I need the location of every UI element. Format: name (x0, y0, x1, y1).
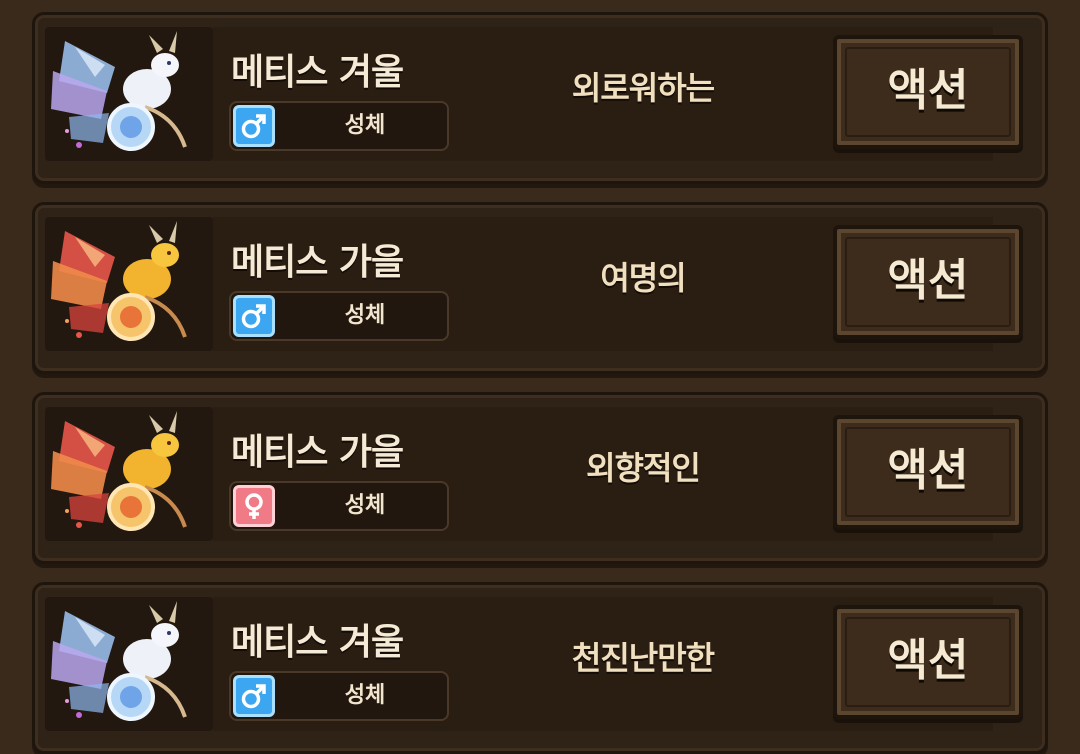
pet-nature: 외로워하는 (571, 69, 715, 107)
pet-nature: 천진난만한 (571, 639, 715, 677)
pet-card[interactable]: 메티스 가을 성체 여명의 액션 (32, 202, 1048, 374)
autumn-metis-dragon-icon (45, 217, 213, 351)
pet-nature: 외향적인 (586, 449, 701, 487)
pet-stage-label: 성체 (344, 683, 386, 708)
winter-metis-dragon-icon (45, 27, 213, 161)
female-symbol-icon (233, 485, 275, 527)
action-button-label: 액션 (887, 255, 969, 306)
pet-type-bar: 성체 (229, 481, 449, 531)
pet-card[interactable]: 메티스 겨울 성체 외로워하는 액션 (32, 12, 1048, 184)
action-button[interactable]: 액션 (833, 35, 1023, 149)
autumn-metis-dragon-icon (45, 407, 213, 541)
action-button[interactable]: 액션 (833, 225, 1023, 339)
pet-stage-label: 성체 (344, 493, 386, 518)
pet-name: 메티스 겨울 (231, 52, 404, 93)
male-symbol-icon (233, 675, 275, 717)
winter-metis-dragon-icon (45, 597, 213, 731)
pet-nature: 여명의 (600, 259, 686, 297)
action-button-label: 액션 (887, 635, 969, 686)
pet-list: 메티스 겨울 성체 외로워하는 액션 메티스 가을 성체 여명의 액션 메티스 … (0, 0, 1080, 754)
pet-name: 메티스 가을 (231, 242, 404, 283)
action-button-label: 액션 (887, 65, 969, 116)
action-button[interactable]: 액션 (833, 415, 1023, 529)
pet-stage-label: 성체 (344, 303, 386, 328)
pet-card[interactable]: 메티스 겨울 성체 천진난만한 액션 (32, 582, 1048, 754)
pet-card[interactable]: 메티스 가을 성체 외향적인 액션 (32, 392, 1048, 564)
pet-type-bar: 성체 (229, 291, 449, 341)
pet-name: 메티스 겨울 (231, 622, 404, 663)
action-button[interactable]: 액션 (833, 605, 1023, 719)
pet-name: 메티스 가을 (231, 432, 404, 473)
pet-stage-label: 성체 (344, 113, 386, 138)
pet-type-bar: 성체 (229, 671, 449, 721)
pet-type-bar: 성체 (229, 101, 449, 151)
male-symbol-icon (233, 295, 275, 337)
male-symbol-icon (233, 105, 275, 147)
action-button-label: 액션 (887, 445, 969, 496)
